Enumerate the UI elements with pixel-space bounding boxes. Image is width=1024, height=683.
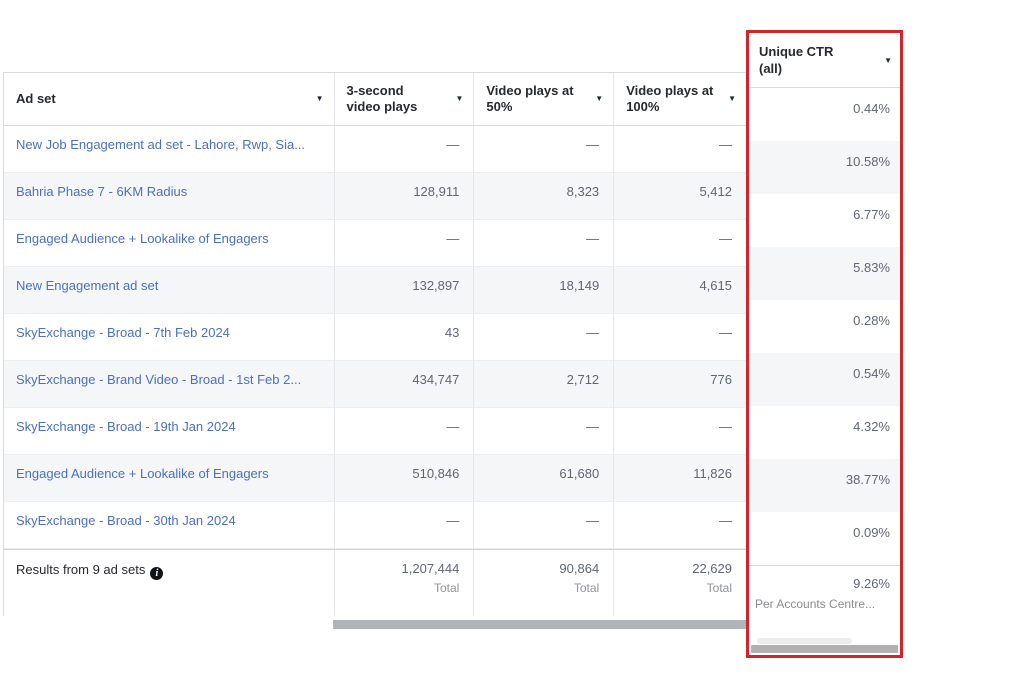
results-summary-label: Results from 9 ad sets: [16, 562, 145, 577]
cell-3s-plays: 132,897: [334, 267, 474, 313]
unique-ctr-column-highlight: Unique CTR (all) ▼ 0.44% 10.58% 6.77% 5.…: [746, 30, 903, 658]
table-row: Bahria Phase 7 - 6KM Radius 128,911 8,32…: [4, 173, 746, 220]
total-caption: Total: [474, 581, 599, 595]
column-header-label: Ad set: [16, 91, 56, 107]
adset-link[interactable]: SkyExchange - Broad - 30th Jan 2024: [16, 513, 236, 528]
cell-3s-plays: 434,747: [334, 361, 474, 407]
table-row: New Engagement ad set 132,897 18,149 4,6…: [4, 267, 746, 314]
unique-ctr-total: 9.26%: [749, 576, 900, 591]
cell-plays-50: 61,680: [473, 455, 613, 501]
table-row: Engaged Audience + Lookalike of Engagers…: [4, 455, 746, 502]
cell-plays-100: 11,826: [613, 455, 746, 501]
column-header-3s-plays[interactable]: 3-second video plays ▼: [334, 73, 474, 125]
table-row: SkyExchange - Broad - 19th Jan 2024 — — …: [4, 408, 746, 455]
caret-down-icon[interactable]: ▼: [316, 91, 324, 107]
cell-plays-50: 18,149: [473, 267, 613, 313]
cell-plays-100: —: [613, 220, 746, 266]
total-caption: Total: [614, 581, 732, 595]
table-row: SkyExchange - Broad - 7th Feb 2024 43 — …: [4, 314, 746, 361]
column-header-plays-100[interactable]: Video plays at 100% ▼: [613, 73, 746, 125]
cell-unique-ctr: 6.77%: [749, 194, 900, 247]
ctr-column-scrollbar-thumb[interactable]: [757, 638, 852, 644]
adset-link[interactable]: Bahria Phase 7 - 6KM Radius: [16, 184, 187, 199]
cell-plays-100: —: [613, 314, 746, 360]
cell-plays-50: 2,712: [473, 361, 613, 407]
total-plays-100: 22,629 Total: [613, 550, 746, 616]
table-header-row: Ad set ▼ 3-second video plays ▼ Video pl…: [4, 73, 746, 126]
cell-3s-plays: —: [334, 502, 474, 548]
cell-unique-ctr: 0.54%: [749, 353, 900, 406]
ad-sets-table: Ad set ▼ 3-second video plays ▼ Video pl…: [3, 72, 746, 616]
adset-link[interactable]: Engaged Audience + Lookalike of Engagers: [16, 231, 269, 246]
cell-plays-50: 8,323: [473, 173, 613, 219]
column-header-label: Unique CTR (all): [759, 43, 833, 77]
total-caption: Total: [335, 581, 460, 595]
cell-plays-50: —: [473, 220, 613, 266]
unique-ctr-total-cell: 9.26% Per Accounts Centre...: [749, 565, 900, 611]
info-icon[interactable]: i: [150, 567, 163, 580]
adset-link[interactable]: New Job Engagement ad set - Lahore, Rwp,…: [16, 137, 305, 152]
cell-plays-100: —: [613, 126, 746, 172]
cell-unique-ctr: 4.32%: [749, 406, 900, 459]
adset-link[interactable]: New Engagement ad set: [16, 278, 158, 293]
column-header-label: 3-second video plays: [347, 83, 418, 115]
adset-link[interactable]: Engaged Audience + Lookalike of Engagers: [16, 466, 269, 481]
cell-3s-plays: —: [334, 126, 474, 172]
adset-link[interactable]: SkyExchange - Broad - 19th Jan 2024: [16, 419, 236, 434]
horizontal-scrollbar[interactable]: [333, 620, 753, 629]
cell-plays-100: —: [613, 502, 746, 548]
cell-plays-50: —: [473, 502, 613, 548]
caret-down-icon[interactable]: ▼: [455, 91, 463, 107]
caret-down-icon[interactable]: ▼: [595, 91, 603, 107]
table-row: New Job Engagement ad set - Lahore, Rwp,…: [4, 126, 746, 173]
total-3s-plays: 1,207,444 Total: [334, 550, 474, 616]
cell-unique-ctr: 0.28%: [749, 300, 900, 353]
column-header-ad-set[interactable]: Ad set ▼: [4, 73, 334, 125]
cell-3s-plays: 510,846: [334, 455, 474, 501]
cell-3s-plays: 128,911: [334, 173, 474, 219]
caret-down-icon[interactable]: ▼: [728, 91, 736, 107]
cell-plays-100: 776: [613, 361, 746, 407]
table-row: SkyExchange - Broad - 30th Jan 2024 — — …: [4, 502, 746, 549]
cell-3s-plays: —: [334, 220, 474, 266]
column-header-plays-50[interactable]: Video plays at 50% ▼: [473, 73, 613, 125]
cell-plays-50: —: [473, 408, 613, 454]
results-summary: Results from 9 ad sets i: [4, 550, 334, 616]
cell-unique-ctr: 0.44%: [749, 88, 900, 141]
ads-manager-report: Ad set ▼ 3-second video plays ▼ Video pl…: [0, 0, 1024, 683]
cell-3s-plays: 43: [334, 314, 474, 360]
column-header-label: Video plays at 100%: [626, 83, 713, 115]
cell-unique-ctr: 5.83%: [749, 247, 900, 300]
table-row: SkyExchange - Brand Video - Broad - 1st …: [4, 361, 746, 408]
cell-plays-100: —: [613, 408, 746, 454]
adset-link[interactable]: SkyExchange - Broad - 7th Feb 2024: [16, 325, 230, 340]
ctr-column-scrollbar[interactable]: [751, 645, 898, 653]
cell-plays-100: 4,615: [613, 267, 746, 313]
cell-plays-50: —: [473, 126, 613, 172]
cell-unique-ctr: 10.58%: [749, 141, 900, 194]
cell-unique-ctr: 38.77%: [749, 459, 900, 512]
cell-plays-100: 5,412: [613, 173, 746, 219]
cell-unique-ctr: 0.09%: [749, 512, 900, 565]
column-header-label: Video plays at 50%: [486, 83, 573, 115]
cell-3s-plays: —: [334, 408, 474, 454]
table-footer-row: Results from 9 ad setsi 1,207,444 Total …: [4, 549, 746, 616]
total-plays-50: 90,864 Total: [473, 550, 613, 616]
table-row: Engaged Audience + Lookalike of Engagers…: [4, 220, 746, 267]
column-header-unique-ctr[interactable]: Unique CTR (all) ▼: [749, 33, 900, 88]
adset-link[interactable]: SkyExchange - Brand Video - Broad - 1st …: [16, 372, 301, 387]
cell-plays-50: —: [473, 314, 613, 360]
unique-ctr-total-caption: Per Accounts Centre...: [749, 597, 900, 611]
caret-down-icon[interactable]: ▼: [884, 52, 892, 69]
